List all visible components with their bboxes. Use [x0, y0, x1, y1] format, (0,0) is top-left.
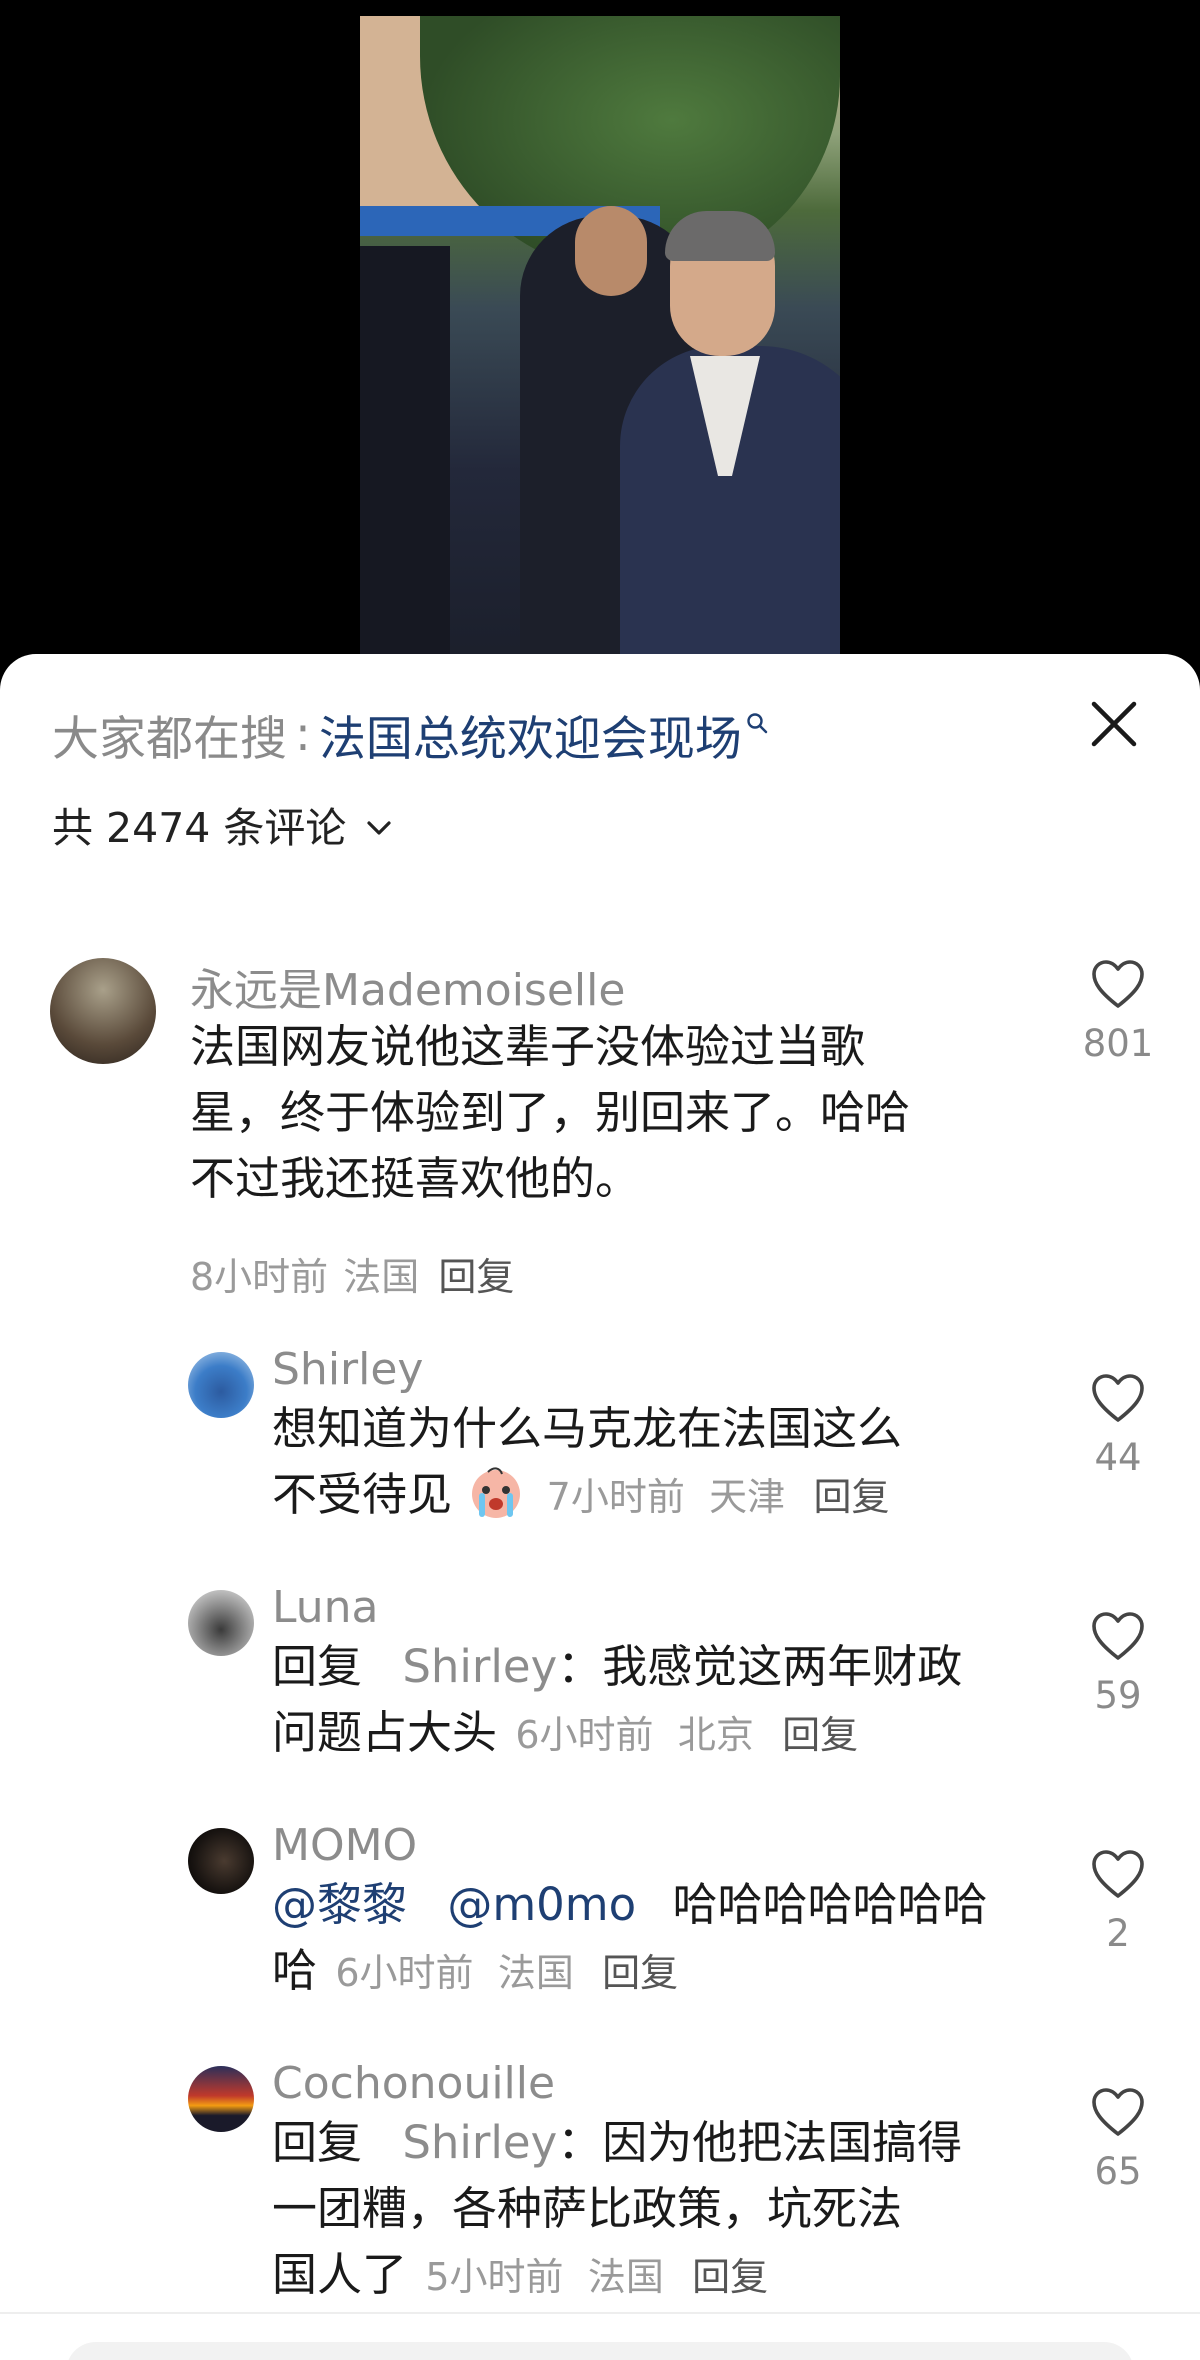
mention-link[interactable]: @黎黎: [272, 1878, 407, 1931]
comment-time: 6小时前: [335, 1951, 474, 1995]
comment-time: 7小时前: [546, 1475, 685, 1519]
avatar[interactable]: [50, 958, 156, 1064]
close-icon[interactable]: [1086, 696, 1142, 752]
comment-text-line: 回复 Shirley：因为他把法国搞得: [272, 2110, 1032, 2176]
comment-location: 法国: [343, 1255, 420, 1299]
search-suggestion-colon: :: [295, 706, 311, 762]
comment-location: 法国: [587, 2255, 664, 2299]
reply-button[interactable]: 回复: [438, 1255, 514, 1299]
chevron-down-icon: [364, 800, 394, 848]
comment-text-line: @黎黎 @m0mo 哈哈哈哈哈哈哈: [272, 1872, 1032, 1938]
comment-text-line: 想知道为什么马克龙在法国这么: [272, 1402, 903, 1455]
comment-username[interactable]: 永远是Mademoiselle: [190, 954, 625, 1018]
comment-text: 法国网友说他这辈子没体验过当歌 星，终于体验到了，别回来了。哈哈 不过我还挺喜欢…: [190, 1014, 1050, 1212]
reply-button[interactable]: 回复: [692, 2255, 768, 2299]
reply-target-username[interactable]: Shirley: [402, 2116, 557, 2169]
reply-item: Cochonouille 回复 Shirley：因为他把法国搞得 一团糟，各种萨…: [0, 2058, 1200, 2316]
heart-outline-icon[interactable]: [1090, 1848, 1146, 1904]
comment-time: 5小时前: [425, 2255, 564, 2299]
comment-text-line: 星，终于体验到了，别回来了。哈哈: [190, 1086, 911, 1139]
comment-text-line-with-meta: 不受待见 7小时前 天津 回复: [272, 1462, 1032, 1538]
comment-text-line: 回复 Shirley：我感觉这两年财政: [272, 1634, 1032, 1700]
comment-username[interactable]: MOMO: [272, 1820, 417, 1871]
avatar[interactable]: [188, 1828, 254, 1894]
like-count: 44: [1094, 1436, 1142, 1479]
comment-username[interactable]: Luna: [272, 1582, 378, 1633]
heart-outline-icon[interactable]: [1090, 1372, 1146, 1428]
comment-time: 6小时前: [515, 1713, 654, 1757]
comment-text-fragment: 国人了: [272, 2248, 408, 2301]
comment-text: @黎黎 @m0mo 哈哈哈哈哈哈哈 哈 6小时前 法国 回复: [272, 1872, 1032, 2006]
crying-emoji-icon: [468, 1464, 524, 1538]
comment-text: 想知道为什么马克龙在法国这么 不受待见 7小时前 天津 回复: [272, 1396, 1032, 1538]
comment-input-bar[interactable]: [66, 2342, 1134, 2360]
divider: [0, 2312, 1200, 2314]
comment-text-fragment: 哈: [272, 1944, 318, 1997]
like-count: 65: [1094, 2150, 1142, 2193]
comment-location: 法国: [497, 1951, 574, 1995]
search-suggestion-prefix: 大家都在搜: [52, 711, 287, 767]
comment-item: 永远是Mademoiselle 法国网友说他这辈子没体验过当歌 星，终于体验到了…: [0, 958, 1200, 1299]
reply-item: Luna 回复 Shirley：我感觉这两年财政 问题占大头 6小时前 北京 回…: [0, 1582, 1200, 1790]
comment-text-fragment: 问题占大头: [272, 1706, 498, 1759]
comment-count-label: 共 2474 条评论: [52, 804, 347, 852]
comment-location: 天津: [709, 1475, 786, 1519]
comment-count-sort[interactable]: 共 2474 条评论: [52, 794, 394, 854]
comments-sheet: 大家都在搜 : 法国总统欢迎会现场 共 2474 条评论 永远是Mademois…: [0, 654, 1200, 2360]
heart-outline-icon[interactable]: [1090, 1610, 1146, 1666]
comment-text-fragment: 哈哈哈哈哈哈哈: [672, 1878, 988, 1931]
reply-button[interactable]: 回复: [602, 1951, 678, 1995]
comment-username[interactable]: Cochonouille: [272, 2058, 555, 2109]
comment-text-fragment: 我感觉这两年财政: [602, 1640, 963, 1693]
comment-text-line-with-meta: 哈 6小时前 法国 回复: [272, 1938, 1032, 2006]
reply-button[interactable]: 回复: [782, 1713, 858, 1757]
reply-button[interactable]: 回复: [813, 1475, 889, 1519]
reply-prefix: 回复: [272, 2116, 363, 2169]
comment-text-line: 法国网友说他这辈子没体验过当歌: [190, 1020, 866, 1073]
reply-target-username[interactable]: Shirley: [402, 1640, 557, 1693]
reply-item: Shirley 想知道为什么马克龙在法国这么 不受待见 7小时前 天津 回复 4…: [0, 1344, 1200, 1552]
avatar[interactable]: [188, 2066, 254, 2132]
search-suggestion[interactable]: 大家都在搜 : 法国总统欢迎会现场: [52, 704, 768, 767]
video-frame[interactable]: [360, 16, 840, 666]
reply-colon: ：: [557, 2116, 603, 2169]
comment-username[interactable]: Shirley: [272, 1344, 423, 1395]
video-person-bodyguard-head: [575, 206, 647, 296]
search-suggestion-term[interactable]: 法国总统欢迎会现场: [319, 700, 742, 769]
search-icon: [746, 712, 768, 738]
reply-colon: ：: [557, 1640, 603, 1693]
reply-item: MOMO @黎黎 @m0mo 哈哈哈哈哈哈哈 哈 6小时前 法国 回复 2: [0, 1820, 1200, 2028]
comment-time: 8小时前: [190, 1255, 329, 1299]
avatar[interactable]: [188, 1590, 254, 1656]
comment-text-line: 一团糟，各种萨比政策，坑死法: [272, 2182, 903, 2235]
avatar[interactable]: [188, 1352, 254, 1418]
comment-text-fragment: 不受待见: [272, 1468, 453, 1521]
like-count: 2: [1106, 1912, 1130, 1955]
comment-text: 回复 Shirley：因为他把法国搞得 一团糟，各种萨比政策，坑死法 国人了 5…: [272, 2110, 1032, 2310]
comment-text-line-with-meta: 国人了 5小时前 法国 回复: [272, 2242, 1032, 2310]
comment-text: 回复 Shirley：我感觉这两年财政 问题占大头 6小时前 北京 回复: [272, 1634, 1032, 1768]
video-player[interactable]: [0, 0, 1200, 680]
comment-location: 北京: [677, 1713, 754, 1757]
comment-text-line: 不过我还挺喜欢他的。: [190, 1152, 641, 1205]
comment-text-line-with-meta: 问题占大头 6小时前 北京 回复: [272, 1700, 1032, 1768]
like-count: 59: [1094, 1674, 1142, 1717]
comment-meta: 8小时前 法国 回复: [190, 1246, 514, 1301]
reply-prefix: 回复: [272, 1640, 363, 1693]
heart-outline-icon[interactable]: [1090, 2086, 1146, 2142]
like-count: 801: [1082, 1022, 1154, 1065]
heart-outline-icon[interactable]: [1090, 958, 1146, 1014]
comment-text-fragment: 因为他把法国搞得: [602, 2116, 963, 2169]
mention-link[interactable]: @m0mo: [447, 1878, 636, 1931]
video-person-left: [360, 246, 450, 666]
video-person-main-hair: [665, 211, 775, 261]
